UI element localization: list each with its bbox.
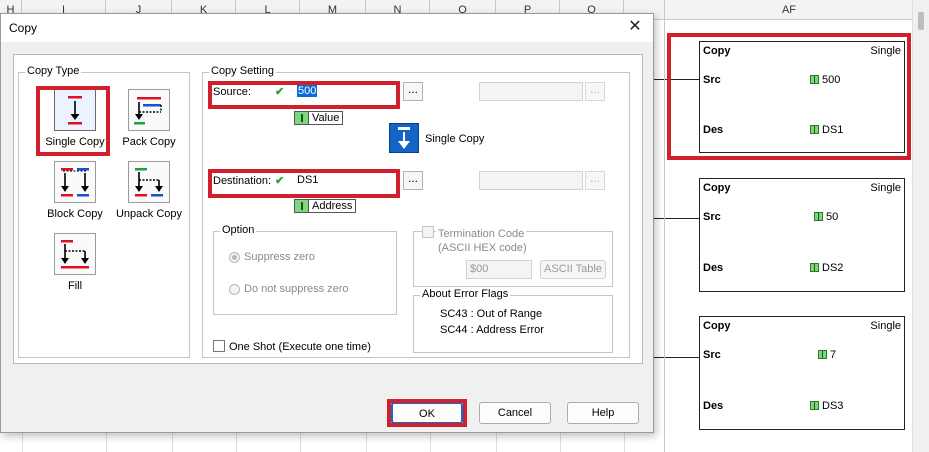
column-header[interactable]: AF — [665, 0, 913, 20]
source-browse-button[interactable]: ... — [403, 82, 423, 101]
dialog-content: Copy Type Single Copy Pack Copy Block Co… — [13, 54, 643, 364]
do-not-suppress-zero-radio[interactable] — [229, 284, 240, 295]
cancel-button[interactable]: Cancel — [479, 402, 551, 424]
copy-instruction-box[interactable]: Copy Single Src 50 Des DS2 — [699, 178, 905, 292]
highlight-box — [36, 86, 110, 156]
destination-extra-browse-button: ... — [585, 171, 605, 190]
termination-code-checkbox[interactable] — [422, 226, 434, 238]
radio-label: Suppress zero — [244, 251, 315, 263]
highlight-box — [387, 399, 467, 427]
unpack-copy-icon — [128, 161, 170, 203]
termination-code-label: Termination Code — [436, 228, 527, 240]
block-copy-tool[interactable]: Block Copy — [39, 161, 111, 220]
vertical-scrollbar[interactable] — [912, 0, 929, 452]
des-label: Des — [703, 262, 724, 274]
one-shot-checkbox[interactable] — [213, 340, 225, 352]
group-title: About Error Flags — [420, 288, 511, 300]
single-copy-mode-icon — [389, 123, 419, 153]
destination-browse-button[interactable]: ... — [403, 171, 423, 190]
highlight-box — [667, 33, 911, 160]
suppress-zero-radio[interactable] — [229, 252, 240, 263]
tool-label: Unpack Copy — [115, 208, 183, 220]
instruction-mode: Single — [870, 320, 901, 332]
src-label: Src — [703, 349, 721, 361]
one-shot-label: One Shot (Execute one time) — [229, 341, 371, 353]
termination-code-group: Termination Code (ASCII HEX code) $00 AS… — [413, 226, 613, 287]
address-type-icon — [810, 263, 819, 272]
tool-label: Fill — [67, 280, 83, 292]
src-label: Src — [703, 211, 721, 223]
value-type-icon — [295, 112, 309, 124]
error-flags-group: About Error Flags SC43 : Out of Range SC… — [413, 288, 613, 353]
ascii-table-button: ASCII Table — [540, 260, 606, 279]
copy-dialog: Copy ✕ Copy Type Single Copy Pack Copy B… — [0, 13, 654, 433]
source-extra-input — [479, 82, 583, 101]
fill-icon — [54, 233, 96, 275]
des-label: Des — [703, 400, 724, 412]
des-value: DS2 — [810, 262, 843, 274]
error-flag-line: SC44 : Address Error — [440, 324, 544, 336]
pack-copy-icon — [128, 89, 170, 131]
value-type-icon — [814, 212, 823, 221]
instruction-name: Copy — [703, 182, 731, 194]
pack-copy-tool[interactable]: Pack Copy — [113, 89, 185, 148]
option-group: Option Suppress zero Do not suppress zer… — [213, 224, 397, 315]
close-icon[interactable]: ✕ — [625, 17, 645, 37]
src-value: 50 — [814, 211, 838, 223]
instruction-name: Copy — [703, 320, 731, 332]
tool-label: Pack Copy — [122, 136, 176, 148]
group-title: Option — [220, 224, 257, 236]
address-type-icon — [295, 200, 309, 212]
help-button[interactable]: Help — [567, 402, 639, 424]
dialog-titlebar[interactable]: Copy ✕ — [1, 14, 653, 42]
rung-wire — [665, 357, 699, 358]
block-copy-icon — [54, 161, 96, 203]
highlight-box — [208, 169, 400, 198]
error-flag-line: SC43 : Out of Range — [440, 308, 543, 320]
ladder-right-panel: AF Copy Single Src 500 Des DS1 Copy Sing… — [664, 0, 929, 452]
scrollbar-thumb[interactable] — [918, 12, 924, 30]
radio-label: Do not suppress zero — [244, 283, 349, 295]
des-value: DS3 — [810, 400, 843, 412]
value-type-tag: Value — [294, 111, 344, 125]
fill-tool[interactable]: Fill — [39, 233, 111, 292]
instruction-mode: Single — [870, 182, 901, 194]
rung-wire — [665, 218, 699, 219]
termination-code-input: $00 — [466, 260, 532, 279]
src-value: 7 — [818, 349, 836, 361]
unpack-copy-tool[interactable]: Unpack Copy — [113, 161, 185, 220]
source-extra-browse-button: ... — [585, 82, 605, 101]
value-type-icon — [818, 350, 827, 359]
address-type-tag: Address — [294, 199, 357, 213]
dialog-title: Copy — [9, 21, 38, 35]
group-title: Copy Setting — [209, 65, 276, 77]
group-title: Copy Type — [25, 65, 82, 77]
copy-instruction-box[interactable]: Copy Single Src 7 Des DS3 — [699, 316, 905, 430]
copy-setting-group: Copy Setting Source: ✔ 500 ... ... Value… — [202, 65, 630, 358]
tool-label: Block Copy — [47, 208, 103, 220]
highlight-box — [208, 81, 400, 109]
termination-code-sublabel: (ASCII HEX code) — [438, 242, 527, 254]
address-type-icon — [810, 401, 819, 410]
destination-extra-input — [479, 171, 583, 190]
copy-mode-label: Single Copy — [425, 133, 485, 145]
